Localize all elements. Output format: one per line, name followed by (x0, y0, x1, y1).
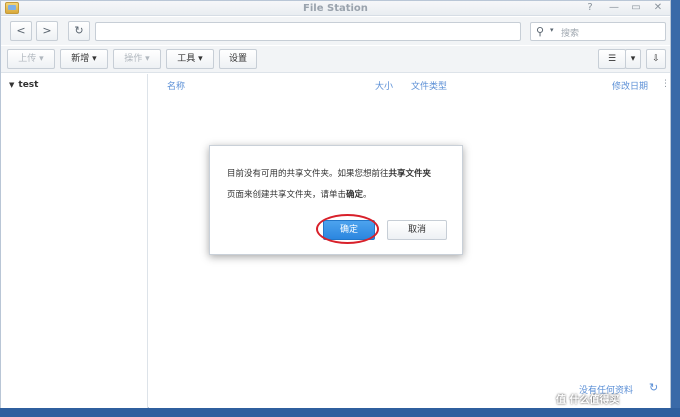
back-button[interactable]: < (10, 21, 32, 41)
view-menu-chevron-icon[interactable]: ▾ (625, 49, 641, 69)
search-placeholder: 搜索 (561, 29, 580, 39)
refresh-icon[interactable]: ↻ (649, 381, 658, 394)
path-input[interactable] (95, 22, 521, 41)
action-button[interactable]: 操作 ▾ (113, 49, 161, 69)
tree-item-test[interactable]: ▼ test (9, 80, 38, 90)
dialog-text: 。 (363, 190, 372, 200)
settings-button[interactable]: 设置 (219, 49, 257, 69)
dialog-message-line-2: 页面来创建共享文件夹，请单击确定。 (227, 188, 372, 200)
no-shared-folder-dialog: 目前没有可用的共享文件夹。如果您想前往共享文件夹 页面来创建共享文件夹，请单击确… (209, 145, 463, 255)
dialog-text: 目前没有可用的共享文件夹。如果您想前往 (227, 169, 389, 179)
dialog-text-bold: 确定 (346, 190, 364, 200)
action-toolbar: 上传 ▾ 新增 ▾ 操作 ▾ 工具 ▾ 设置 ☰ ▾ ⇩ (1, 46, 670, 73)
create-button[interactable]: 新增 ▾ (60, 49, 108, 69)
tree-item-label: test (18, 80, 39, 90)
column-header-type[interactable]: 文件类型 (411, 79, 447, 92)
folder-tree: ▼ test (1, 74, 148, 408)
refresh-button[interactable]: ↻ (68, 21, 90, 41)
navigation-toolbar: < > ↻ ⚲ ▾ 搜索 (1, 17, 670, 45)
dialog-text-bold: 共享文件夹 (388, 169, 432, 179)
sort-icon[interactable]: ⇩ (646, 49, 666, 69)
ok-button[interactable]: 确定 (323, 220, 375, 240)
close-icon[interactable]: ✕ (651, 2, 665, 13)
search-input[interactable]: ⚲ ▾ 搜索 (530, 22, 666, 41)
column-options-icon[interactable]: ⋮ (661, 79, 670, 89)
list-view-icon[interactable]: ☰ (598, 49, 626, 69)
minimize-icon[interactable]: — (607, 2, 621, 13)
dialog-message-line-1: 目前没有可用的共享文件夹。如果您想前往共享文件夹 (227, 167, 431, 179)
column-header-name[interactable]: 名称 (167, 79, 185, 92)
column-header-modified[interactable]: 修改日期 (612, 79, 648, 92)
dialog-text: 页面来创建共享文件夹，请单击 (227, 190, 347, 200)
chevron-down-icon[interactable]: ▾ (550, 26, 554, 34)
search-icon: ⚲ (536, 25, 545, 38)
cancel-button[interactable]: 取消 (387, 220, 447, 240)
expand-caret-icon[interactable]: ▼ (9, 81, 14, 89)
window-title: File Station (303, 3, 368, 14)
taskbar (0, 408, 680, 417)
title-bar: File Station ? — ▭ ✕ (1, 1, 670, 16)
column-header-size[interactable]: 大小 (375, 79, 393, 92)
help-icon[interactable]: ? (583, 2, 597, 13)
forward-button[interactable]: > (36, 21, 58, 41)
tools-button[interactable]: 工具 ▾ (166, 49, 214, 69)
maximize-icon[interactable]: ▭ (629, 2, 643, 13)
upload-button[interactable]: 上传 ▾ (7, 49, 55, 69)
watermark: 值 什么值得买 (556, 395, 620, 406)
